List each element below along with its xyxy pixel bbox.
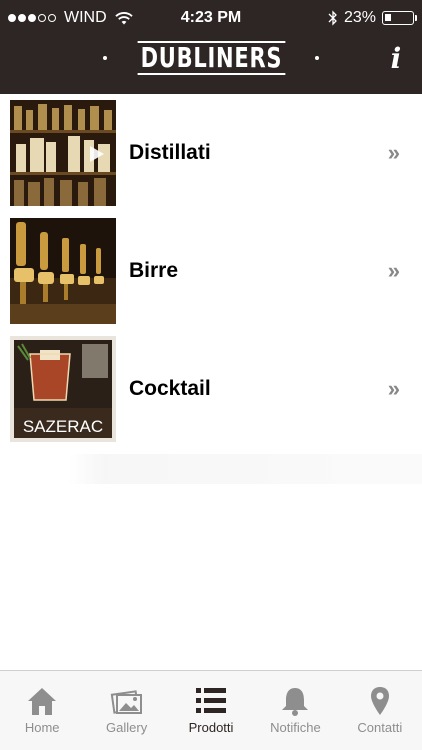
tab-label: Prodotti [188, 720, 234, 735]
info-button[interactable]: i [384, 44, 408, 74]
list-icon [196, 688, 227, 713]
status-right: 23% [328, 9, 417, 27]
tab-label: Gallery [106, 720, 148, 735]
app-header: WIND 4:23 PM 23% DUBLINERS i [0, 0, 422, 94]
thumbnail-caption: SAZERAC [23, 417, 103, 436]
brand-wordmark: DUBLINERS [137, 41, 285, 75]
faded-placeholder-row [68, 454, 422, 484]
battery-level [385, 14, 391, 21]
tab-bar: Home Gallery Prodotti Notifiche Contatti [0, 670, 422, 750]
brand-dot-left [102, 56, 107, 60]
tab-home[interactable]: Home [0, 671, 84, 750]
brand-dot-right [315, 56, 320, 60]
bell-icon [282, 688, 309, 716]
category-label: Distillati [129, 141, 211, 164]
category-item-cocktail[interactable]: SAZERAC Cocktail » [0, 330, 422, 448]
brand-logo: DUBLINERS [0, 38, 422, 78]
gallery-icon [110, 690, 142, 714]
tab-label: Home [24, 720, 60, 735]
chevron-right-icon: » [387, 258, 400, 283]
tab-label: Notifiche [270, 720, 321, 735]
chevron-right-icon: » [387, 376, 400, 401]
location-pin-icon [370, 687, 389, 715]
battery-percentage: 23% [343, 9, 376, 26]
tab-prodotti[interactable]: Prodotti [169, 671, 253, 750]
category-item-birre[interactable]: Birre » [0, 212, 422, 330]
home-icon [28, 688, 57, 715]
tab-notifiche[interactable]: Notifiche [253, 671, 337, 750]
status-bar: WIND 4:23 PM 23% [0, 0, 422, 36]
battery-icon [382, 11, 417, 25]
cocktail-thumbnail: SAZERAC [10, 336, 116, 442]
chevron-right-icon: » [387, 140, 400, 165]
category-label: Cocktail [129, 377, 211, 400]
tab-contatti[interactable]: Contatti [338, 671, 422, 750]
category-item-distillati[interactable]: Distillati » [0, 94, 422, 212]
tab-label: Contatti [357, 720, 403, 735]
tab-gallery[interactable]: Gallery [84, 671, 168, 750]
category-label: Birre [129, 259, 179, 282]
bluetooth-icon [328, 10, 337, 26]
birre-thumbnail [10, 218, 116, 324]
distillati-thumbnail [10, 100, 116, 206]
